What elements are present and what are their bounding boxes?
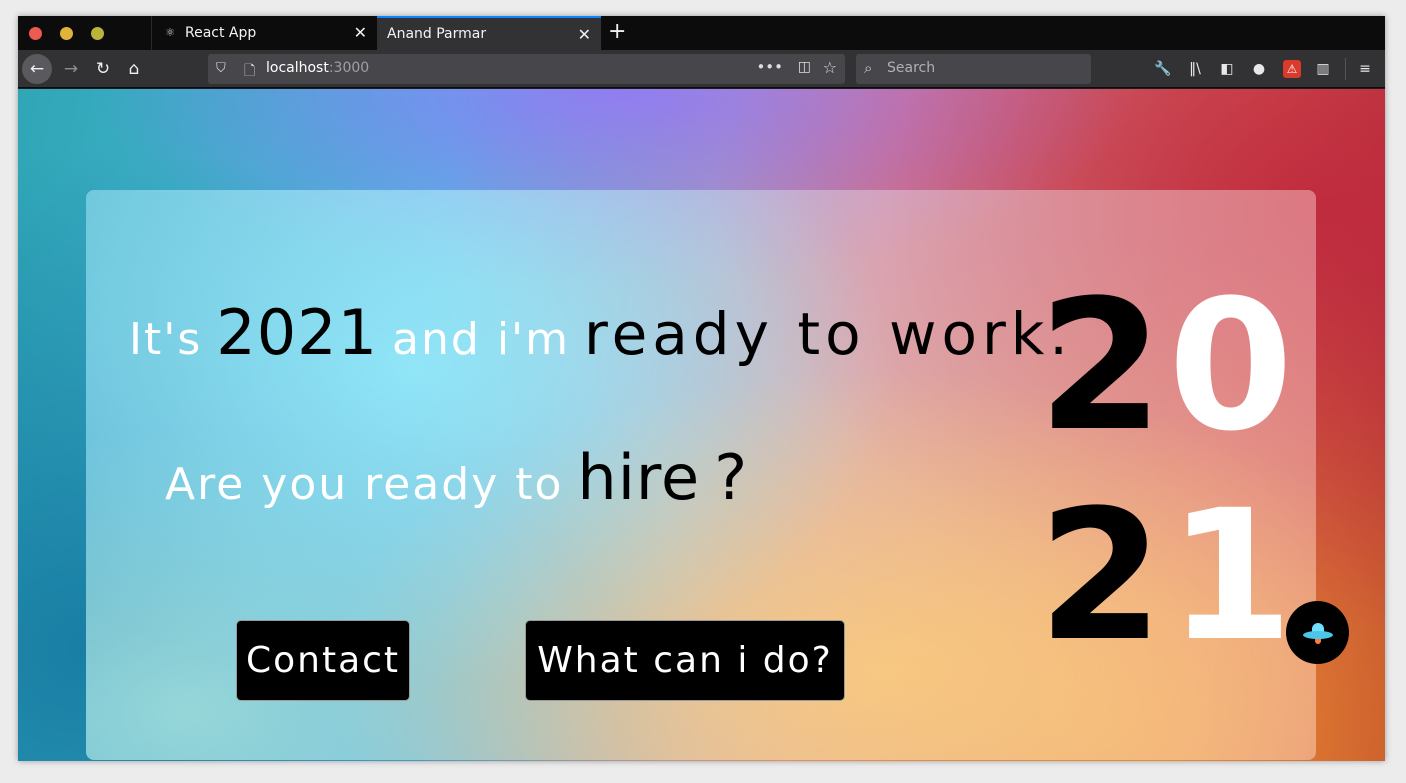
tab-strip: ⚛ React App ✕ Anand Parmar ✕ + — [18, 16, 1385, 50]
year-digit: 2 — [1038, 472, 1164, 681]
back-icon[interactable]: ← — [22, 54, 52, 84]
new-tab-button[interactable]: + — [608, 19, 626, 44]
headline-ready-to-work: ready to work. — [584, 300, 1073, 368]
sidebar-icon[interactable]: ◧ — [1216, 58, 1238, 80]
browser-window: ⚛ React App ✕ Anand Parmar ✕ + ← → ↻ ⌂ ⛉… — [18, 16, 1385, 761]
url-text[interactable]: localhost:3000 — [266, 60, 369, 76]
tab-label: Anand Parmar — [387, 26, 487, 42]
page-icon: 🗋 — [244, 63, 256, 79]
star-icon[interactable]: ☆ — [823, 58, 837, 77]
tab-react-app[interactable]: ⚛ React App ✕ — [151, 16, 377, 50]
react-icon: ⚛ — [165, 26, 175, 39]
wrench-icon[interactable]: 🔧 — [1152, 58, 1174, 80]
year-digit: 1 — [1168, 472, 1294, 681]
minimize-window-button[interactable] — [60, 27, 73, 40]
year-digit: 0 — [1168, 262, 1294, 471]
grid-icon[interactable]: ▥ — [1312, 58, 1334, 80]
search-icon: ⌕ — [864, 59, 873, 77]
ufo-icon — [1302, 622, 1333, 644]
headline-and-im: and i'm — [392, 314, 570, 365]
more-icon[interactable]: ••• — [756, 58, 783, 76]
search-input[interactable]: ⌕ Search — [856, 54, 1091, 84]
close-window-button[interactable] — [29, 27, 42, 40]
page-content: It's 2021 and i'm ready to work. Are you re… — [18, 89, 1385, 761]
navigation-toolbar: ← → ↻ ⌂ ⛉ 🗋 localhost:3000 ••• ◫ ☆ ⌕ Sea… — [18, 50, 1385, 88]
year-digit: 2 — [1038, 262, 1164, 471]
headline-question-mark: ? — [714, 441, 749, 514]
forward-icon[interactable]: → — [56, 54, 86, 84]
headline-year: 2021 — [216, 296, 379, 369]
close-tab-icon[interactable]: ✕ — [578, 25, 591, 44]
home-icon[interactable]: ⌂ — [119, 54, 149, 84]
url-bar[interactable]: ⛉ 🗋 localhost:3000 ••• ◫ ☆ — [208, 54, 845, 84]
headline-its: It's — [129, 314, 203, 365]
close-tab-icon[interactable]: ✕ — [354, 23, 367, 42]
headline-hire: hire — [577, 441, 701, 514]
shield-icon[interactable]: ⛉ — [216, 61, 226, 76]
tab-anand-parmar[interactable]: Anand Parmar ✕ — [377, 16, 601, 50]
what-can-i-do-button[interactable]: What can i do? — [525, 620, 845, 701]
reload-icon[interactable]: ↻ — [88, 54, 118, 84]
headline-line-1: It's 2021 and i'm ready to work. — [129, 296, 1073, 369]
tab-label: React App — [185, 25, 257, 41]
menu-icon[interactable]: ≡ — [1354, 58, 1376, 80]
contact-button[interactable]: Contact — [236, 620, 410, 701]
zoom-window-button[interactable] — [91, 27, 104, 40]
library-icon[interactable]: ‖\ — [1184, 58, 1206, 80]
headline-are-you-ready: Are you ready to — [165, 459, 564, 510]
account-icon[interactable]: ● — [1248, 58, 1270, 80]
toolbar-divider — [1345, 58, 1346, 80]
pocket-icon[interactable]: ◫ — [798, 59, 811, 75]
headline-line-2: Are you ready to hire? — [165, 441, 748, 514]
search-placeholder: Search — [887, 60, 936, 76]
extension-icon[interactable]: ⚠ — [1283, 60, 1301, 78]
floating-action-button[interactable] — [1286, 601, 1349, 664]
